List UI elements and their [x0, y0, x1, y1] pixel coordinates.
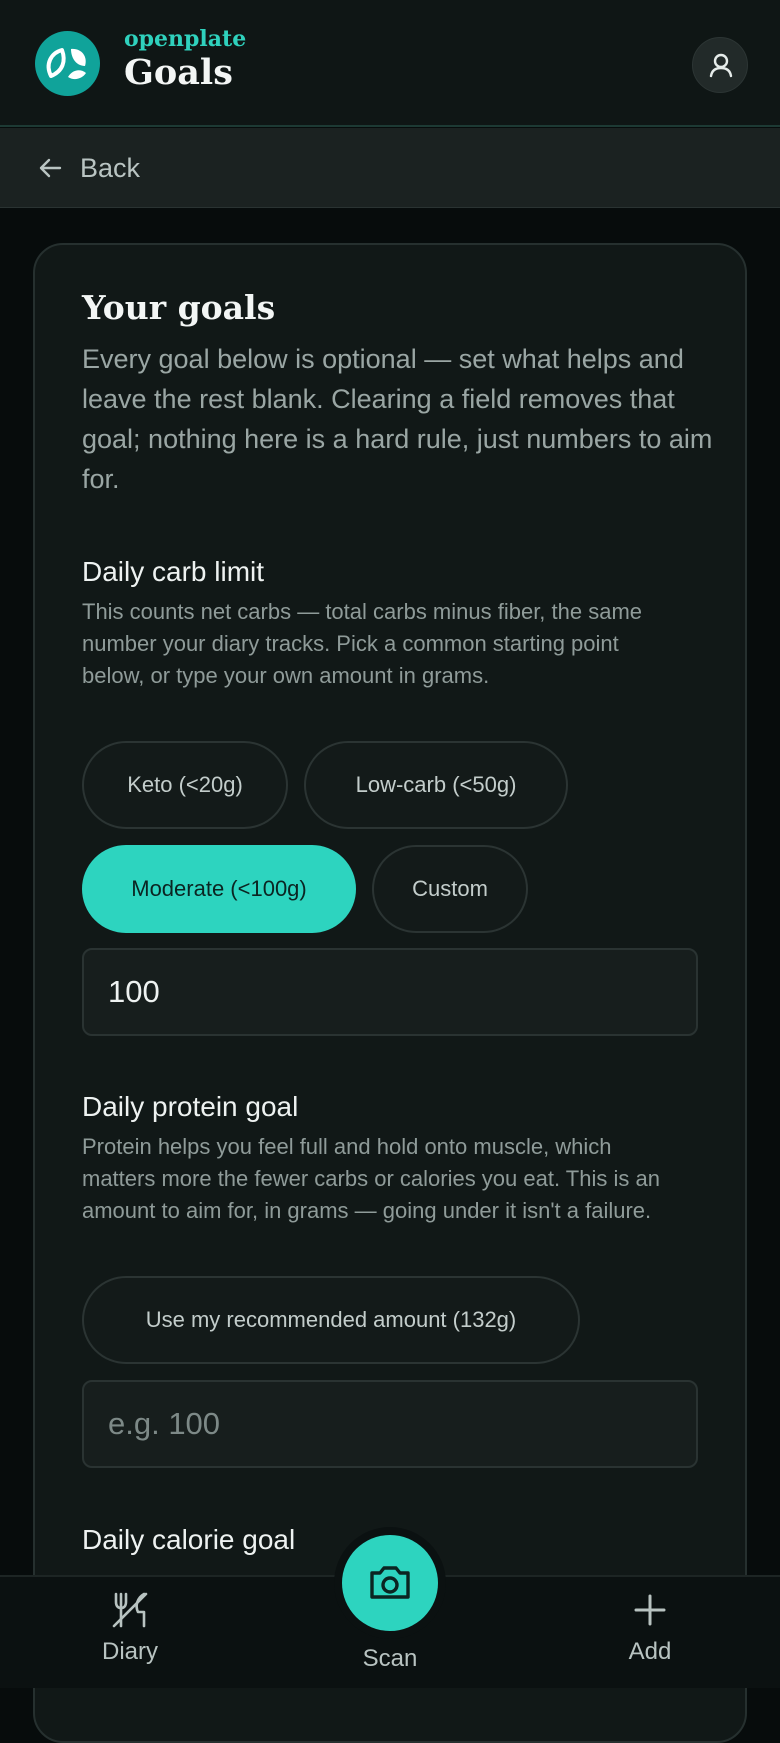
carb-option-keto[interactable]: Keto (<20g)	[82, 741, 288, 829]
carb-limit-input[interactable]	[82, 948, 698, 1036]
carb-option-custom[interactable]: Custom	[372, 845, 528, 933]
brand-name: openplate	[124, 26, 247, 52]
back-label: Back	[80, 152, 141, 183]
carb-option-low-carb[interactable]: Low-carb (<50g)	[304, 741, 568, 829]
calorie-label: Daily calorie goal	[82, 1524, 296, 1555]
back-bar: Back	[0, 128, 780, 208]
profile-button[interactable]	[692, 37, 748, 93]
protein-description: Protein helps you feel full and hold ont…	[82, 1134, 660, 1223]
plus-icon	[634, 1594, 666, 1626]
carb-description: This counts net carbs — total carbs minu…	[82, 599, 643, 688]
back-button[interactable]: Back	[36, 146, 140, 190]
leaf-logo-icon	[35, 31, 100, 96]
user-icon	[709, 53, 733, 78]
nav-diary-label: Diary	[101, 1638, 158, 1665]
nav-scan-label[interactable]: Scan	[350, 1645, 430, 1673]
card-title: Your goals	[82, 288, 276, 327]
fork-knife-icon	[112, 1592, 148, 1628]
page-title: Goals	[124, 52, 233, 93]
nav-add[interactable]: Add	[610, 1588, 690, 1666]
camera-icon	[370, 1566, 410, 1599]
protein-label: Daily protein goal	[82, 1091, 299, 1122]
carb-label: Daily carb limit	[82, 556, 265, 587]
scan-button[interactable]	[342, 1535, 438, 1631]
protein-goal-input[interactable]	[82, 1380, 698, 1468]
app-header: openplate Goals	[0, 0, 780, 127]
card-intro: Every goal below is optional — set what …	[82, 344, 713, 494]
carb-option-moderate[interactable]: Moderate (<100g)	[82, 845, 356, 933]
arrow-left-icon	[39, 158, 62, 178]
use-recommended-protein-button[interactable]: Use my recommended amount (132g)	[82, 1276, 580, 1364]
nav-add-label: Add	[628, 1638, 672, 1665]
nav-diary[interactable]: Diary	[90, 1588, 170, 1666]
